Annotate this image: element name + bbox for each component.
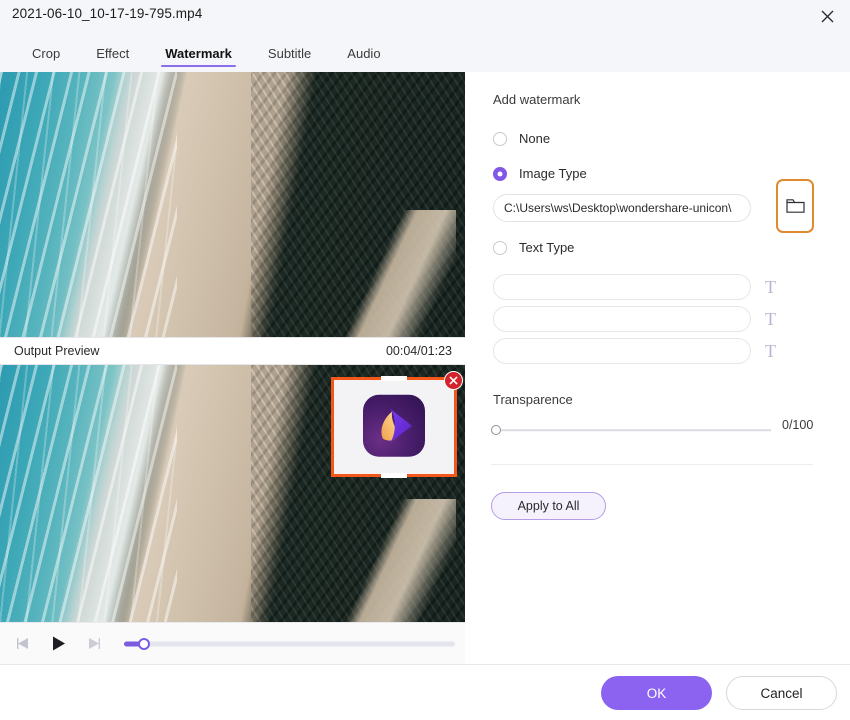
sand-spit-detail (334, 498, 456, 622)
option-image-type[interactable]: Image Type (493, 166, 587, 181)
dialog-footer: OK Cancel (0, 664, 850, 720)
sand-spit-detail (334, 209, 456, 337)
image-path-row (493, 179, 814, 233)
window-title: 2021-06-10_10-17-19-795.mp4 (12, 6, 203, 21)
transparence-label: Transparence (493, 392, 573, 407)
text-watermark-row-3: T (493, 338, 811, 364)
timecode-label: 00:04/01:23 (385, 344, 452, 358)
text-watermark-input-2[interactable] (493, 306, 751, 332)
transparence-slider[interactable] (491, 424, 771, 436)
output-preview-video (0, 365, 465, 622)
panel-title: Add watermark (493, 92, 581, 107)
text-watermark-row-2: T (493, 306, 811, 332)
remove-watermark-button[interactable] (444, 371, 463, 390)
radio-text-type-icon[interactable] (493, 240, 507, 255)
previous-frame-icon (16, 638, 28, 649)
panel-divider (491, 464, 813, 465)
next-frame-button[interactable] (80, 633, 106, 655)
close-icon (821, 10, 833, 22)
next-frame-icon (88, 638, 100, 649)
tab-subtitle[interactable]: Subtitle (250, 42, 329, 69)
option-text-type-label: Text Type (519, 240, 575, 255)
option-none-label: None (519, 131, 551, 146)
seek-slider[interactable] (124, 637, 455, 651)
close-icon (449, 376, 458, 385)
watermark-overlay[interactable] (331, 371, 463, 478)
text-format-icon-2[interactable]: T (765, 310, 776, 328)
transparence-track (497, 429, 771, 431)
radio-none-icon[interactable] (493, 131, 507, 146)
text-format-icon-1[interactable]: T (765, 278, 776, 296)
transparence-value: 0/100 (782, 418, 814, 432)
seek-knob[interactable] (138, 637, 150, 650)
option-text-type[interactable]: Text Type (493, 240, 574, 255)
watermark-settings-panel: Add watermark None Image Type Text Type … (465, 72, 850, 664)
text-watermark-row-1: T (493, 274, 811, 300)
tab-effect[interactable]: Effect (78, 42, 147, 69)
text-watermark-input-3[interactable] (493, 338, 751, 364)
cancel-button[interactable]: Cancel (726, 676, 837, 710)
text-format-icon-3[interactable]: T (765, 342, 776, 360)
source-preview-video (0, 72, 465, 337)
apply-to-all-button[interactable]: Apply to All (491, 492, 606, 520)
tab-bar: Crop Effect Watermark Subtitle Audio (14, 42, 399, 69)
tab-watermark[interactable]: Watermark (147, 42, 250, 69)
wondershare-logo-icon (363, 394, 425, 457)
preview-column: Output Preview 00:04/01:23 (0, 72, 465, 664)
window-header: 2021-06-10_10-17-19-795.mp4 Crop Effect … (0, 0, 850, 72)
play-button[interactable] (45, 633, 71, 655)
resize-handle-bottom[interactable] (381, 473, 407, 478)
option-none[interactable]: None (493, 131, 550, 146)
previous-frame-button[interactable] (10, 633, 36, 655)
playback-controls (0, 622, 465, 664)
folder-icon (785, 199, 805, 213)
play-icon (52, 636, 65, 651)
close-window-button[interactable] (812, 2, 842, 30)
radio-image-type-icon[interactable] (493, 166, 507, 181)
seek-track (124, 641, 455, 646)
tab-audio[interactable]: Audio (329, 42, 398, 69)
output-preview-label: Output Preview (14, 344, 100, 358)
browse-file-button[interactable] (776, 179, 814, 233)
output-preview-bar: Output Preview 00:04/01:23 (0, 337, 465, 365)
text-watermark-input-1[interactable] (493, 274, 751, 300)
resize-handle-top[interactable] (381, 376, 407, 381)
tab-crop[interactable]: Crop (14, 42, 78, 69)
transparence-knob[interactable] (491, 425, 501, 435)
option-image-type-label: Image Type (519, 166, 587, 181)
image-path-input[interactable] (493, 194, 751, 222)
ok-button[interactable]: OK (601, 676, 712, 710)
